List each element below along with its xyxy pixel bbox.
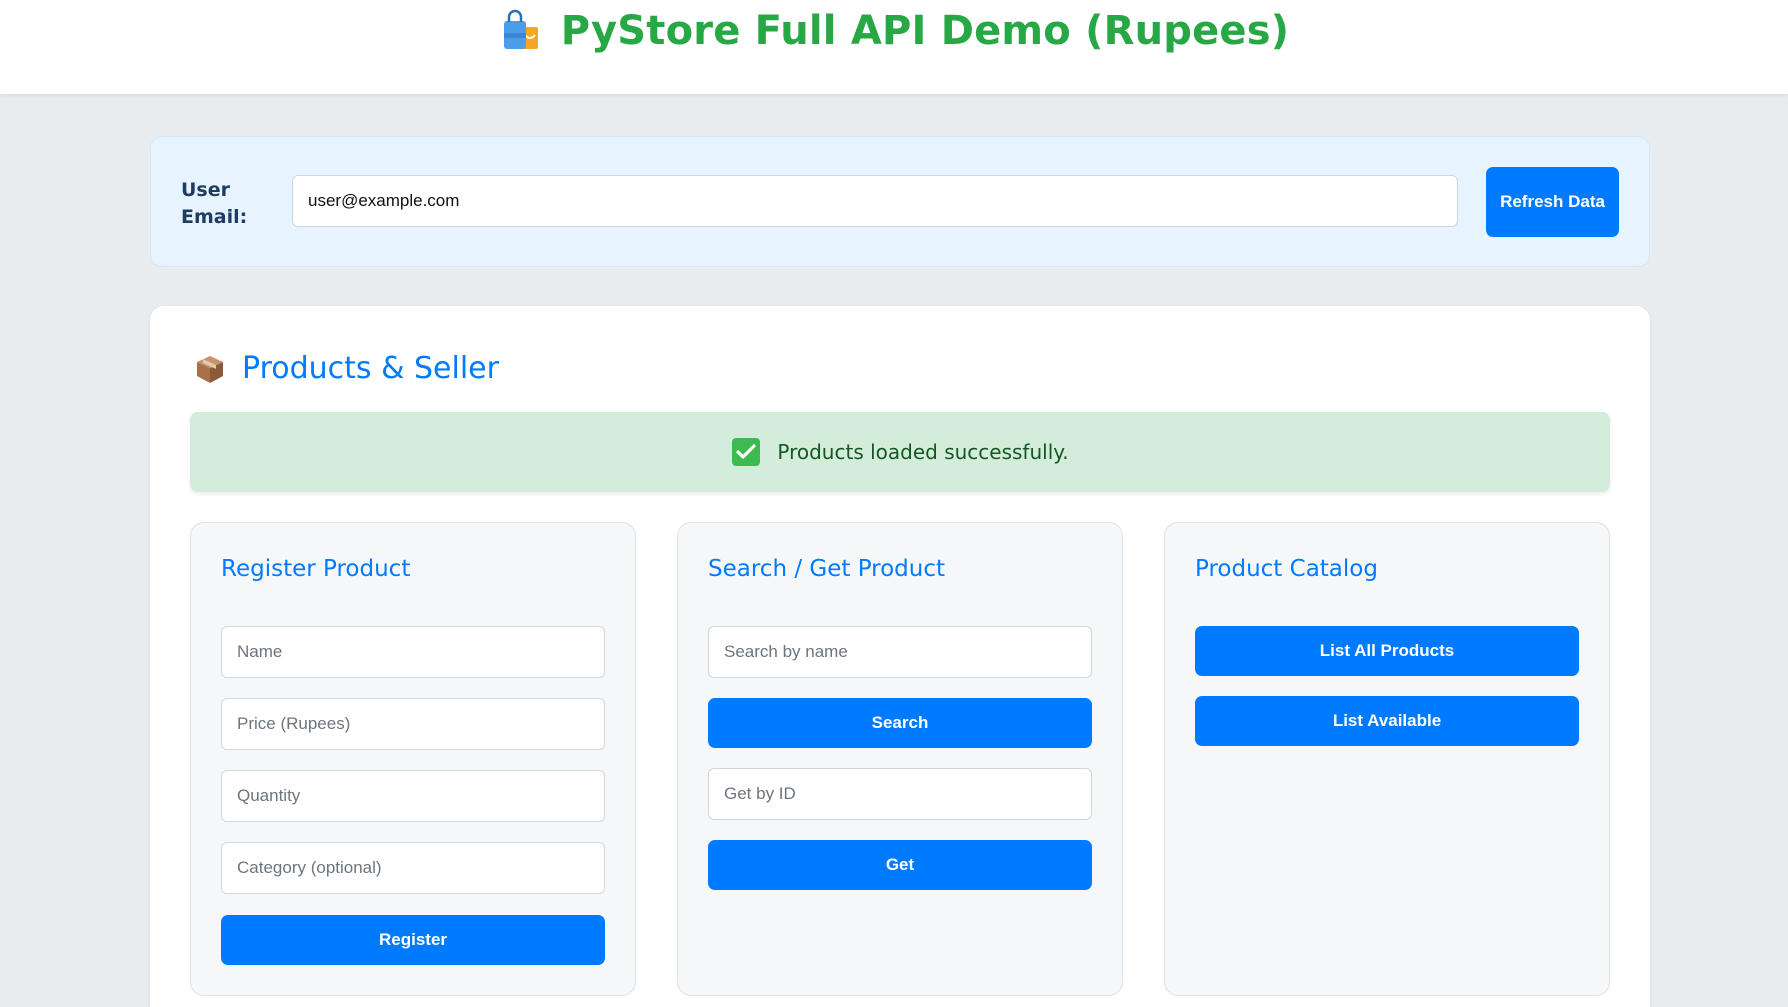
- package-icon: [194, 353, 226, 385]
- get-by-id-input[interactable]: [708, 768, 1092, 820]
- check-icon: [731, 437, 761, 467]
- products-card: Products & Seller Products loaded succes…: [150, 306, 1650, 1007]
- refresh-data-button[interactable]: Refresh Data: [1486, 167, 1619, 237]
- search-product-title: Search / Get Product: [708, 556, 946, 582]
- page-title: PyStore Full API Demo (Rupees): [560, 8, 1290, 54]
- product-catalog-title: Product Catalog: [1195, 556, 1378, 582]
- user-email-label: User Email:: [181, 179, 248, 228]
- register-product-title: Register Product: [221, 556, 411, 582]
- title-wrap: PyStore Full API Demo (Rupees): [499, 8, 1290, 54]
- user-email-bar: User Email: Refresh Data: [150, 136, 1650, 267]
- product-category-input[interactable]: [221, 842, 605, 894]
- search-button[interactable]: Search: [708, 698, 1092, 748]
- app-header: PyStore Full API Demo (Rupees): [0, 0, 1788, 94]
- register-product-panel: Register Product Register: [190, 522, 636, 996]
- alert-message: Products loaded successfully.: [777, 440, 1069, 464]
- get-button[interactable]: Get: [708, 840, 1092, 890]
- search-name-input[interactable]: [708, 626, 1092, 678]
- product-catalog-panel: Product Catalog List All Products List A…: [1164, 522, 1610, 996]
- product-quantity-input[interactable]: [221, 770, 605, 822]
- search-product-panel: Search / Get Product Search Get: [677, 522, 1123, 996]
- user-email-input[interactable]: [292, 175, 1458, 227]
- list-all-products-button[interactable]: List All Products: [1195, 626, 1579, 676]
- shopping-bag-icon: [499, 9, 543, 53]
- list-available-button[interactable]: List Available: [1195, 696, 1579, 746]
- section-title: Products & Seller: [242, 351, 499, 386]
- section-header: Products & Seller: [194, 351, 499, 386]
- product-name-input[interactable]: [221, 626, 605, 678]
- register-button[interactable]: Register: [221, 915, 605, 965]
- success-alert: Products loaded successfully.: [190, 412, 1610, 492]
- product-price-input[interactable]: [221, 698, 605, 750]
